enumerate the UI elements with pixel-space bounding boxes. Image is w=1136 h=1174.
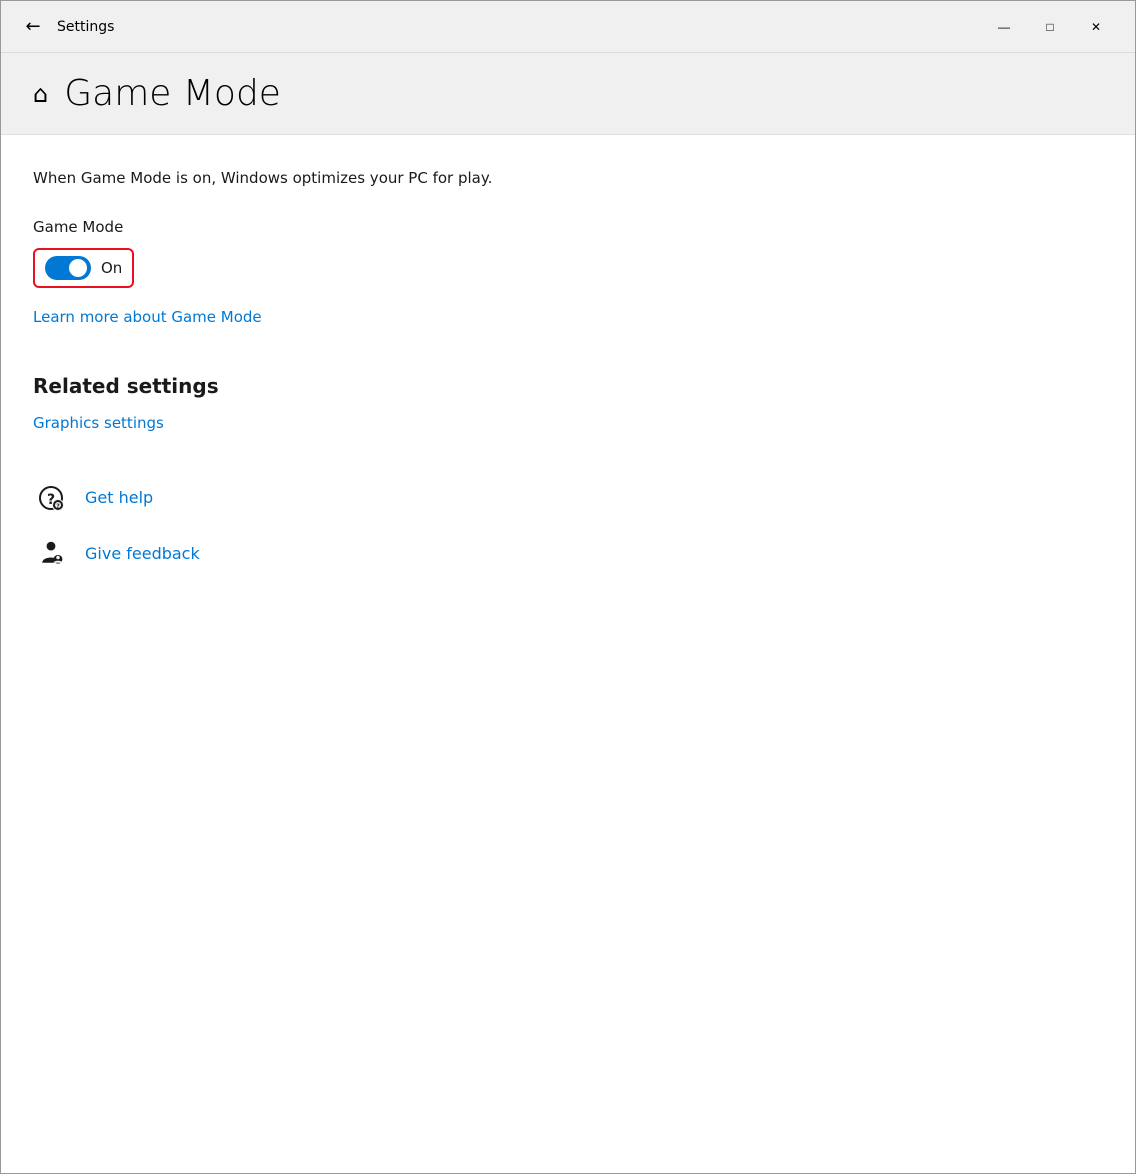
svg-text:?: ? xyxy=(56,503,60,510)
page-title: Game Mode xyxy=(64,73,281,114)
back-button[interactable]: ← xyxy=(17,11,49,43)
give-feedback-link[interactable]: Give feedback xyxy=(85,544,200,563)
toggle-knob xyxy=(69,259,87,277)
toggle-highlight: On xyxy=(33,248,134,288)
give-feedback-icon xyxy=(33,536,69,572)
help-section: ? ? Get help xyxy=(33,480,1103,572)
game-mode-toggle[interactable] xyxy=(45,256,91,280)
get-help-link[interactable]: Get help xyxy=(85,488,153,507)
window-title: Settings xyxy=(57,19,981,35)
learn-more-link[interactable]: Learn more about Game Mode xyxy=(33,308,1103,326)
get-help-item[interactable]: ? ? Get help xyxy=(33,480,1103,516)
home-icon: ⌂ xyxy=(33,80,48,108)
get-help-icon: ? ? xyxy=(33,480,69,516)
settings-window: ← Settings — □ ✕ ⌂ Game Mode When Game M… xyxy=(0,0,1136,1174)
toggle-section-label: Game Mode xyxy=(33,218,1103,236)
graphics-settings-link[interactable]: Graphics settings xyxy=(33,414,1103,432)
toggle-state-label: On xyxy=(101,259,122,277)
title-bar: ← Settings — □ ✕ xyxy=(1,1,1135,53)
game-mode-toggle-row: On xyxy=(33,248,1103,288)
close-button[interactable]: ✕ xyxy=(1073,11,1119,43)
minimize-button[interactable]: — xyxy=(981,11,1027,43)
window-controls: — □ ✕ xyxy=(981,11,1119,43)
maximize-button[interactable]: □ xyxy=(1027,11,1073,43)
description-text: When Game Mode is on, Windows optimizes … xyxy=(33,167,1103,190)
content-area: When Game Mode is on, Windows optimizes … xyxy=(1,135,1135,1173)
give-feedback-item[interactable]: Give feedback xyxy=(33,536,1103,572)
related-settings-heading: Related settings xyxy=(33,374,1103,398)
page-header: ⌂ Game Mode xyxy=(1,53,1135,135)
